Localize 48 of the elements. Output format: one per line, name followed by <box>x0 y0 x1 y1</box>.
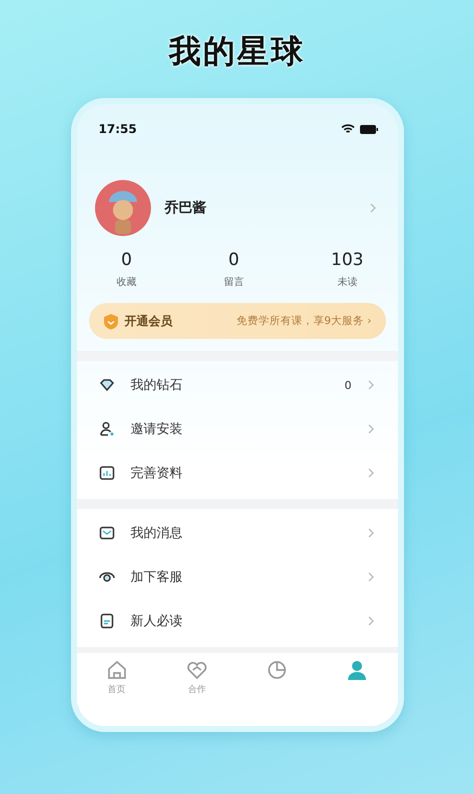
wifi-icon <box>340 124 354 134</box>
menu-label: 新人必读 <box>130 613 182 630</box>
menu-value: 0 <box>344 378 352 392</box>
chevron-icon <box>370 203 376 213</box>
tab-label: 首页 <box>108 684 126 696</box>
stat-value: 0 <box>121 250 132 270</box>
chevron-icon <box>368 616 374 626</box>
stat-label: 留言 <box>224 276 244 289</box>
headline: 我的星球 <box>169 31 305 72</box>
menu-item[interactable]: 邀请安装 <box>76 407 398 451</box>
status-time: 17:55 <box>98 122 137 136</box>
document-icon <box>98 613 114 629</box>
heart-icon <box>186 659 208 681</box>
menu-item[interactable]: 完善资料 <box>76 451 398 495</box>
menu-item[interactable]: 我的消息 <box>76 511 398 555</box>
menu-label: 我的消息 <box>130 525 182 542</box>
vip-banner[interactable]: 开通会员 免费学所有课，享9大服务 › <box>88 303 386 339</box>
menu-label: 邀请安装 <box>130 421 182 438</box>
stat-value: 0 <box>228 250 240 270</box>
chart-card-icon <box>98 465 114 481</box>
stat-value: 103 <box>331 250 364 270</box>
menu-label: 我的钻石 <box>130 377 182 394</box>
person-icon <box>98 421 114 437</box>
user-name: 乔巴酱 <box>164 199 206 217</box>
person-icon <box>346 659 368 681</box>
pie-chart-icon <box>266 659 288 681</box>
chevron-icon <box>368 380 374 390</box>
vip-title: 开通会员 <box>124 312 172 330</box>
stat-label: 收藏 <box>116 276 136 289</box>
avatar-drawing <box>94 180 150 236</box>
vip-subtitle: 免费学所有课，享9大服务 › <box>236 314 372 328</box>
chevron-icon <box>368 468 374 478</box>
tab-label: 合作 <box>188 684 206 696</box>
shield-icon <box>102 312 118 330</box>
chevron-icon <box>368 528 374 538</box>
menu-item[interactable]: 新人必读 <box>76 599 398 643</box>
menu-item[interactable]: 加下客服 <box>76 555 398 599</box>
profile-row[interactable]: 乔巴酱 <box>76 180 398 236</box>
envelope-icon <box>98 525 114 541</box>
stat-label: 未读 <box>337 276 358 289</box>
diamond-icon <box>98 377 114 393</box>
home-icon <box>106 659 128 681</box>
menu-label: 完善资料 <box>130 465 182 482</box>
battery-icon <box>360 124 378 134</box>
menu-label: 加下客服 <box>130 569 182 586</box>
chevron-icon <box>368 572 374 582</box>
chevron-icon <box>368 424 374 434</box>
menu-item[interactable]: 我的钻石 0 <box>76 363 398 407</box>
